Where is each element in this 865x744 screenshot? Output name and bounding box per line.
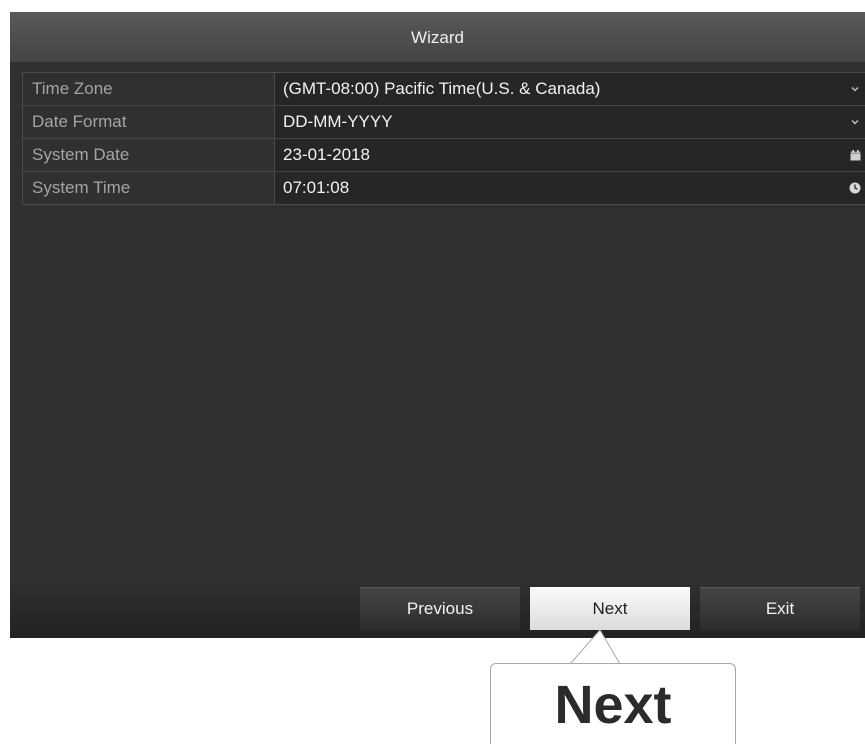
date-format-value: DD-MM-YYYY xyxy=(283,112,393,131)
system-date-value: 23-01-2018 xyxy=(283,145,370,164)
system-time-label: System Time xyxy=(23,172,275,204)
system-time-value: 07:01:08 xyxy=(283,178,350,197)
callout-text: Next xyxy=(554,675,672,735)
wizard-window: Wizard Time Zone (GMT-08:00) Pacific Tim… xyxy=(10,12,865,638)
system-date-label: System Date xyxy=(23,139,275,171)
time-zone-row: Time Zone (GMT-08:00) Pacific Time(U.S. … xyxy=(23,73,865,106)
date-format-select[interactable]: DD-MM-YYYY xyxy=(275,106,865,138)
dropdown-chevron-icon[interactable] xyxy=(848,73,862,105)
next-callout: Next xyxy=(490,663,736,744)
dropdown-chevron-icon[interactable] xyxy=(848,106,862,138)
system-date-field[interactable]: 23-01-2018 xyxy=(275,139,865,171)
button-bar: Previous Next Exit xyxy=(10,583,865,638)
previous-button[interactable]: Previous xyxy=(360,587,520,630)
time-zone-value: (GMT-08:00) Pacific Time(U.S. & Canada) xyxy=(283,79,601,98)
calendar-icon[interactable] xyxy=(848,139,862,171)
settings-form: Time Zone (GMT-08:00) Pacific Time(U.S. … xyxy=(22,72,865,205)
window-title: Wizard xyxy=(10,13,865,62)
next-button[interactable]: Next xyxy=(530,587,690,630)
callout-pointer xyxy=(570,629,621,665)
time-zone-label: Time Zone xyxy=(23,73,275,105)
clock-icon[interactable] xyxy=(848,172,862,204)
date-format-label: Date Format xyxy=(23,106,275,138)
system-time-row: System Time 07:01:08 xyxy=(23,172,865,204)
exit-button[interactable]: Exit xyxy=(700,587,860,630)
time-zone-select[interactable]: (GMT-08:00) Pacific Time(U.S. & Canada) xyxy=(275,73,865,105)
system-time-field[interactable]: 07:01:08 xyxy=(275,172,865,204)
date-format-row: Date Format DD-MM-YYYY xyxy=(23,106,865,139)
system-date-row: System Date 23-01-2018 xyxy=(23,139,865,172)
